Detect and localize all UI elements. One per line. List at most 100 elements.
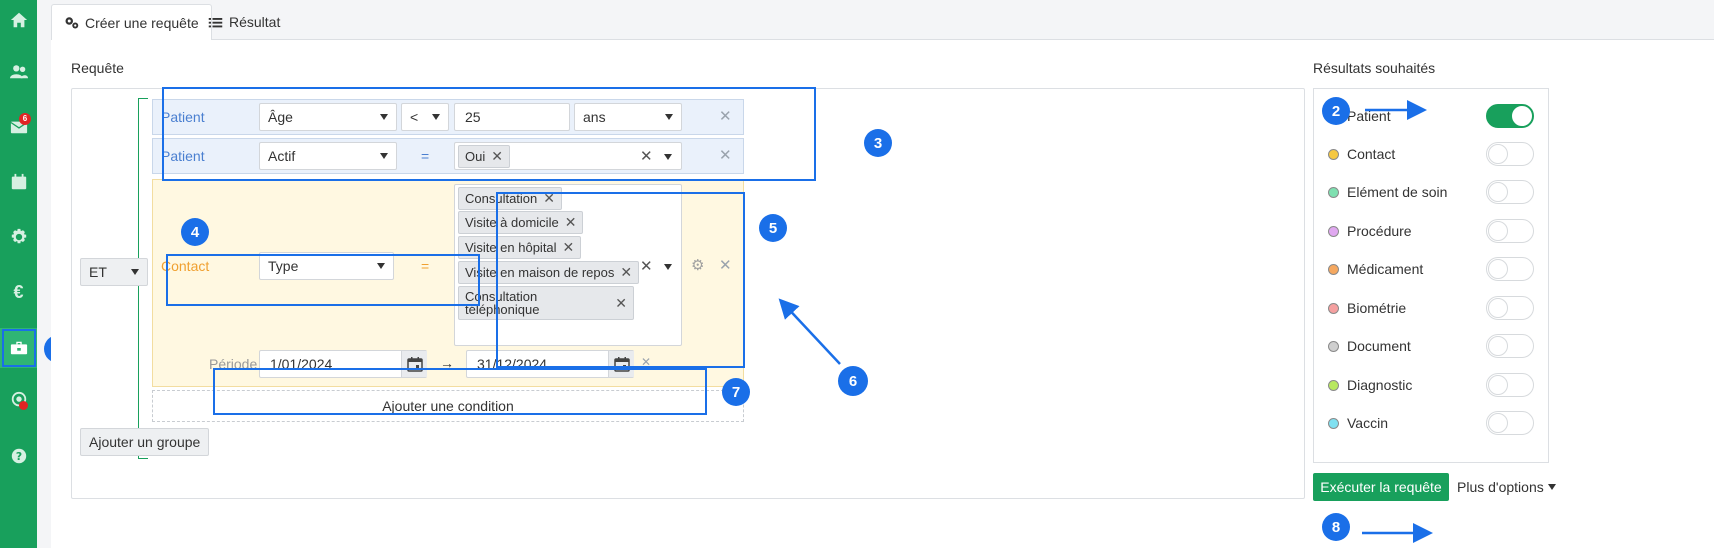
- result-label: Diagnostic: [1347, 377, 1413, 393]
- more-options-dropdown[interactable]: Plus d'options: [1457, 479, 1556, 495]
- entity-label: Patient: [161, 109, 205, 125]
- dot-icon: [1328, 225, 1339, 237]
- result-item-document: Document: [1328, 334, 1411, 358]
- contact-condition-group: Contact Type = Consultation ✕ Visite à d…: [152, 179, 744, 387]
- content-panel: Requête Résultats souhaités ET Patient Â…: [51, 40, 1714, 548]
- calendar-icon[interactable]: [0, 162, 37, 202]
- condition-row-patient-age: Patient Âge < 25 ans ✕: [152, 99, 744, 135]
- result-label: Procédure: [1347, 223, 1412, 239]
- gears-icon: [65, 17, 79, 29]
- close-icon[interactable]: ✕: [615, 295, 627, 312]
- dot-icon: [1328, 379, 1339, 391]
- dot-icon: [1328, 263, 1339, 275]
- toggle-document[interactable]: [1486, 334, 1534, 358]
- add-condition-button[interactable]: Ajouter une condition: [152, 390, 744, 422]
- notification-dot: [19, 401, 28, 410]
- calendar-icon[interactable]: [401, 351, 427, 377]
- tag-label: Consultation: [465, 191, 538, 206]
- date-range-arrow: →: [440, 355, 454, 371]
- result-item-biometry: Biométrie: [1328, 296, 1406, 320]
- toggle-vaccine[interactable]: [1486, 411, 1534, 435]
- remove-condition-icon[interactable]: ✕: [719, 256, 732, 274]
- close-icon[interactable]: ✕: [563, 239, 575, 256]
- callout-5: 5: [759, 214, 787, 242]
- toggle-contact[interactable]: [1486, 142, 1534, 166]
- tab-label: Résultat: [229, 14, 281, 30]
- gear-icon[interactable]: [0, 217, 37, 257]
- sidebar: 6 € ?: [0, 0, 37, 548]
- remove-period-icon[interactable]: ✕: [641, 355, 651, 369]
- chevron-down-icon[interactable]: [664, 264, 672, 270]
- result-label: Médicament: [1347, 261, 1424, 277]
- result-item-vaccine: Vaccin: [1328, 411, 1388, 435]
- value-tag: Visite à domicile ✕: [458, 211, 584, 234]
- users-icon[interactable]: [0, 52, 37, 92]
- dot-icon: [1328, 148, 1339, 160]
- toolbox-icon[interactable]: [0, 328, 37, 368]
- tab-create-query[interactable]: Créer une requête: [51, 4, 212, 41]
- result-item-diagnostic: Diagnostic: [1328, 373, 1412, 397]
- result-label: Vaccin: [1347, 415, 1388, 431]
- operator-select[interactable]: <: [401, 103, 449, 131]
- chevron-down-icon[interactable]: [664, 154, 672, 160]
- toggle-patient[interactable]: [1486, 104, 1534, 128]
- result-item-procedure: Procédure: [1328, 219, 1412, 243]
- value-tag: Visite en hôpital ✕: [458, 236, 582, 259]
- tag-label: Oui: [465, 149, 486, 164]
- home-icon[interactable]: [0, 0, 37, 40]
- execute-query-button[interactable]: Exécuter la requête: [1313, 473, 1449, 501]
- list-icon: [208, 17, 223, 27]
- date-to-value: 31/12/2024: [477, 356, 548, 372]
- toggle-medication[interactable]: [1486, 257, 1534, 281]
- field-value: Actif: [268, 148, 296, 164]
- chevron-down-icon: [380, 153, 388, 159]
- euro-icon[interactable]: €: [0, 272, 37, 312]
- toggle-biometry[interactable]: [1486, 296, 1534, 320]
- clear-icon[interactable]: ✕: [640, 257, 653, 275]
- tab-label: Créer une requête: [85, 14, 199, 31]
- callout-8: 8: [1322, 513, 1350, 541]
- chevron-down-icon: [377, 263, 385, 269]
- close-icon[interactable]: ✕: [565, 214, 577, 231]
- unit-select[interactable]: ans: [574, 103, 682, 131]
- logic-operator-select[interactable]: ET: [80, 258, 148, 286]
- field-select[interactable]: Type: [259, 252, 394, 280]
- field-select[interactable]: Âge: [259, 103, 397, 131]
- callout-7: 7: [722, 378, 750, 406]
- toggle-procedure[interactable]: [1486, 219, 1534, 243]
- value-tag: Consultation ✕: [458, 187, 563, 210]
- field-value: Type: [268, 258, 299, 274]
- radio-icon[interactable]: [0, 380, 37, 420]
- result-label: Patient: [1347, 108, 1391, 124]
- tab-result[interactable]: Résultat: [196, 4, 292, 40]
- logic-operator-value: ET: [89, 264, 107, 280]
- clear-icon[interactable]: ✕: [640, 147, 653, 165]
- toggle-diagnostic[interactable]: [1486, 373, 1534, 397]
- tag-label: Visite en maison de repos: [465, 265, 615, 280]
- result-label: Elément de soin: [1347, 184, 1448, 200]
- value-tag: Consultation téléphonique ✕: [458, 286, 634, 320]
- age-value-input[interactable]: 25: [454, 103, 570, 131]
- value-tag: Oui ✕: [458, 145, 510, 168]
- close-icon[interactable]: ✕: [491, 148, 503, 165]
- entity-label: Patient: [161, 148, 205, 164]
- remove-condition-icon[interactable]: ✕: [719, 107, 732, 125]
- result-label: Document: [1347, 338, 1411, 354]
- close-icon[interactable]: ✕: [620, 264, 632, 281]
- field-value: Âge: [268, 109, 293, 125]
- add-group-button[interactable]: Ajouter un groupe: [80, 428, 210, 456]
- mail-icon[interactable]: 6: [0, 107, 37, 147]
- settings-gear-icon[interactable]: ⚙: [691, 256, 704, 274]
- callout-6: 6: [838, 366, 868, 396]
- toggle-care-element[interactable]: [1486, 180, 1534, 204]
- remove-condition-icon[interactable]: ✕: [719, 146, 732, 164]
- unit-value: ans: [583, 109, 606, 125]
- close-icon[interactable]: ✕: [543, 190, 555, 207]
- chevron-down-icon: [380, 114, 388, 120]
- chevron-down-icon: [1547, 484, 1556, 490]
- calendar-icon[interactable]: [608, 351, 634, 377]
- query-box: ET Patient Âge < 25 ans ✕ Patient Actif …: [71, 88, 1305, 499]
- field-select[interactable]: Actif: [259, 142, 397, 170]
- date-from-value: 1/01/2024: [270, 356, 333, 372]
- help-icon[interactable]: ?: [0, 436, 37, 476]
